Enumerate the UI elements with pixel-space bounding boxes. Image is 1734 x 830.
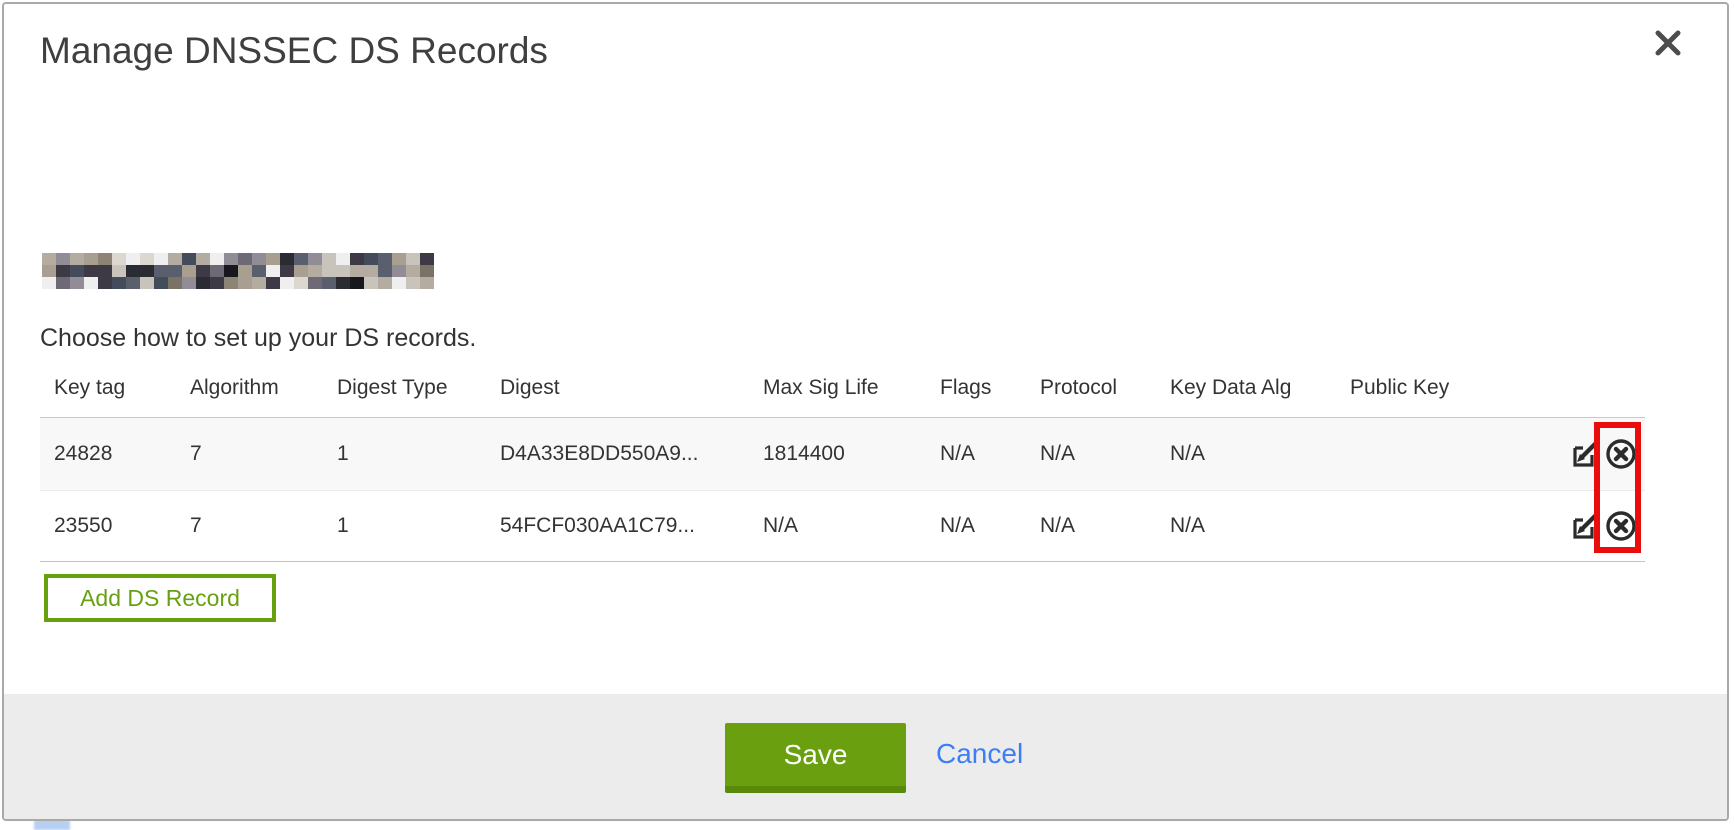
cell-digest-type: 1 <box>337 514 500 538</box>
cell-key-data-alg: N/A <box>1170 514 1350 538</box>
cell-max-sig-life: N/A <box>763 514 940 538</box>
manage-dnssec-modal: Manage DNSSEC DS Records Choose how to s… <box>2 2 1729 821</box>
column-header-protocol: Protocol <box>1040 376 1170 400</box>
column-header-algorithm: Algorithm <box>190 376 337 400</box>
modal-title: Manage DNSSEC DS Records <box>40 30 548 72</box>
instruction-text: Choose how to set up your DS records. <box>40 324 476 353</box>
table-row: 23550 7 1 54FCF030AA1C79... N/A N/A N/A … <box>40 490 1645 562</box>
delete-circle-x-icon[interactable] <box>1605 510 1637 542</box>
add-ds-record-button[interactable]: Add DS Record <box>44 574 276 622</box>
column-header-digest-type: Digest Type <box>337 376 500 400</box>
cell-key-tag: 24828 <box>40 442 190 466</box>
column-header-max-sig-life: Max Sig Life <box>763 376 940 400</box>
cell-key-data-alg: N/A <box>1170 442 1350 466</box>
close-icon <box>1655 30 1681 61</box>
cell-protocol: N/A <box>1040 514 1170 538</box>
cell-algorithm: 7 <box>190 442 337 466</box>
edit-icon[interactable] <box>1568 510 1600 542</box>
cell-flags: N/A <box>940 514 1040 538</box>
cell-digest: 54FCF030AA1C79... <box>500 514 763 538</box>
column-header-digest: Digest <box>500 376 763 400</box>
edit-icon[interactable] <box>1568 438 1600 470</box>
row-actions <box>1540 510 1645 542</box>
table-header-row: Key tag Algorithm Digest Type Digest Max… <box>40 358 1645 418</box>
modal-footer: Save Cancel <box>4 694 1727 819</box>
cell-digest-type: 1 <box>337 442 500 466</box>
screenshot-stage: Manage DNSSEC DS Records Choose how to s… <box>0 0 1734 830</box>
cell-protocol: N/A <box>1040 442 1170 466</box>
cell-flags: N/A <box>940 442 1040 466</box>
column-header-key-data-alg: Key Data Alg <box>1170 376 1350 400</box>
save-button[interactable]: Save <box>725 723 906 793</box>
column-header-public-key: Public Key <box>1350 376 1540 400</box>
cell-algorithm: 7 <box>190 514 337 538</box>
close-button[interactable] <box>1651 28 1685 62</box>
cancel-link[interactable]: Cancel <box>936 738 1023 770</box>
delete-circle-x-icon[interactable] <box>1605 438 1637 470</box>
row-actions <box>1540 438 1645 470</box>
redacted-domain-name <box>42 253 434 289</box>
ds-records-table: Key tag Algorithm Digest Type Digest Max… <box>40 358 1645 562</box>
cell-key-tag: 23550 <box>40 514 190 538</box>
cell-digest: D4A33E8DD550A9... <box>500 442 763 466</box>
table-row: 24828 7 1 D4A33E8DD550A9... 1814400 N/A … <box>40 418 1645 490</box>
column-header-flags: Flags <box>940 376 1040 400</box>
column-header-key-tag: Key tag <box>40 376 190 400</box>
cell-max-sig-life: 1814400 <box>763 442 940 466</box>
